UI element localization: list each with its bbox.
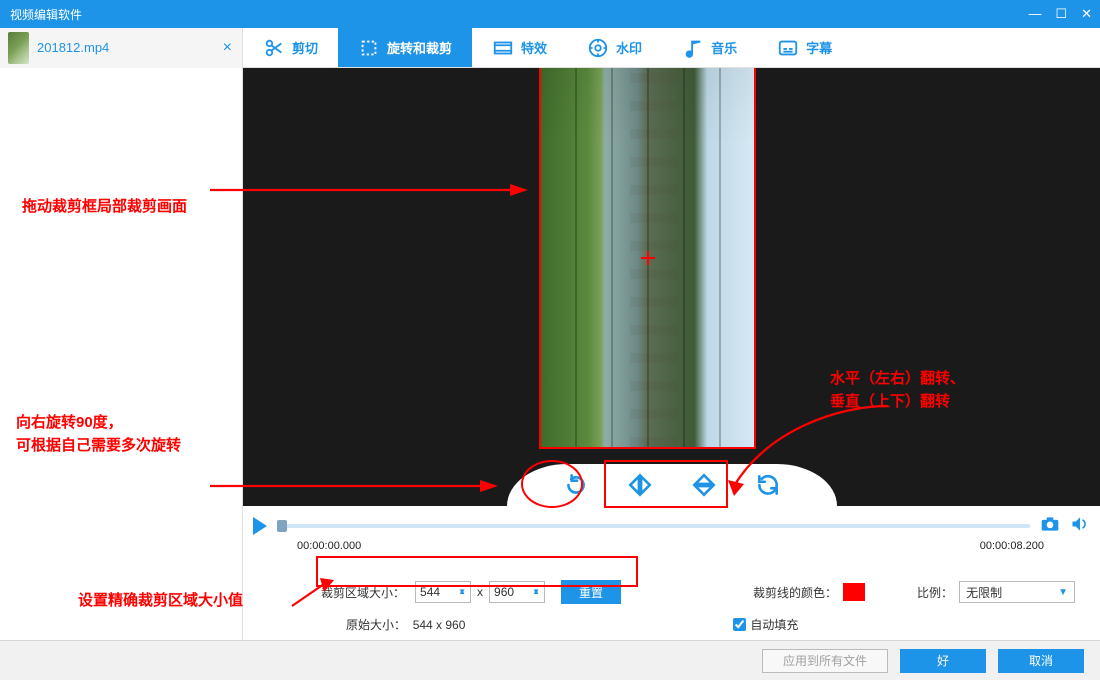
autofill-checkbox-label[interactable]: 自动填充 <box>733 616 798 633</box>
app-root: 视频编辑软件 — ☐ ✕ 201812.mp4 × 剪切 <box>0 0 1100 680</box>
tab-subtitle[interactable]: 字幕 <box>757 28 852 67</box>
crop-frame[interactable] <box>541 68 754 447</box>
play-button[interactable] <box>253 517 267 535</box>
scissors-icon <box>263 37 285 59</box>
window-controls: — ☐ ✕ <box>1028 6 1092 22</box>
anno-arrow-icon <box>210 180 530 200</box>
seek-track[interactable] <box>277 524 1030 528</box>
sidebar <box>0 68 243 640</box>
anno-arrow-icon <box>210 476 500 496</box>
tool-label: 旋转和裁剪 <box>387 38 452 57</box>
seek-knob[interactable] <box>277 520 287 532</box>
main: 00:00:00.000 00:00:08.200 裁剪区域大小： 544 ▲▼… <box>0 68 1100 640</box>
tab-rotate-crop[interactable]: 旋转和裁剪 <box>338 28 472 67</box>
line-color-label: 裁剪线的颜色： <box>753 584 837 601</box>
crop-center-marker <box>641 251 655 265</box>
tool-label: 字幕 <box>806 38 832 57</box>
file-tab[interactable]: 201812.mp4 × <box>0 28 243 68</box>
snapshot-button[interactable] <box>1040 515 1060 538</box>
ratio-select[interactable]: 无限制 ▼ <box>959 581 1075 603</box>
ratio-value: 无限制 <box>966 584 1002 601</box>
tab-effects[interactable]: 特效 <box>472 28 567 67</box>
crop-width-value: 544 <box>420 585 440 599</box>
tool-label: 音乐 <box>711 38 737 57</box>
anno-arrow-icon <box>728 400 898 496</box>
player-bar <box>243 510 1100 542</box>
tool-tabs: 剪切 旋转和裁剪 特效 水印 <box>243 28 852 67</box>
flip-vertical-button[interactable] <box>686 467 722 503</box>
reset-crop-button[interactable]: 重置 <box>561 580 621 604</box>
rotate-right-button[interactable] <box>558 467 594 503</box>
cancel-button[interactable]: 取消 <box>998 649 1084 673</box>
file-name: 201812.mp4 <box>37 40 109 55</box>
footer: 应用到所有文件 好 取消 <box>0 640 1100 680</box>
crop-height-value: 960 <box>494 585 514 599</box>
crop-size-row: 裁剪区域大小： 544 ▲▼ x 960 ▲▼ 重置 裁剪线的颜色： <box>321 580 1080 604</box>
crop-height-input[interactable]: 960 ▲▼ <box>489 581 545 603</box>
crop-width-input[interactable]: 544 ▲▼ <box>415 581 471 603</box>
x-separator: x <box>477 585 483 599</box>
apply-all-button[interactable]: 应用到所有文件 <box>762 649 888 673</box>
minimize-button[interactable]: — <box>1028 6 1041 22</box>
toolbar: 201812.mp4 × 剪切 旋转和裁剪 特效 <box>0 28 1100 68</box>
flip-horizontal-button[interactable] <box>622 467 658 503</box>
window-title: 视频编辑软件 <box>10 6 82 23</box>
crop-rotate-icon <box>358 37 380 59</box>
orig-size-label: 原始大小： <box>346 618 406 632</box>
file-tab-close-icon[interactable]: × <box>223 39 232 57</box>
tool-label: 剪切 <box>292 38 318 57</box>
anno-arrow-icon <box>290 578 336 610</box>
file-thumbnail <box>8 32 29 64</box>
stage-wrap: 00:00:00.000 00:00:08.200 裁剪区域大小： 544 ▲▼… <box>243 68 1100 640</box>
subtitle-icon <box>777 37 799 59</box>
autofill-checkbox[interactable] <box>733 618 746 631</box>
line-color-swatch[interactable] <box>843 583 865 601</box>
video-stage <box>243 68 1100 506</box>
maximize-button[interactable]: ☐ <box>1055 6 1067 22</box>
watermark-icon <box>587 37 609 59</box>
player-time-end: 00:00:08.200 <box>968 540 1044 552</box>
tool-label: 特效 <box>521 38 547 57</box>
titlebar: 视频编辑软件 — ☐ ✕ <box>0 0 1100 28</box>
chevron-down-icon: ▼ <box>1058 587 1068 598</box>
ratio-label: 比例： <box>917 584 953 601</box>
tab-cut[interactable]: 剪切 <box>243 28 338 67</box>
autofill-text: 自动填充 <box>750 616 798 633</box>
tab-music[interactable]: 音乐 <box>662 28 757 67</box>
orig-size-value: 544 x 960 <box>413 618 466 632</box>
effects-icon <box>492 37 514 59</box>
tab-watermark[interactable]: 水印 <box>567 28 662 67</box>
player-time-start: 00:00:00.000 <box>297 540 373 552</box>
crop-settings: 裁剪区域大小： 544 ▲▼ x 960 ▲▼ 重置 裁剪线的颜色： <box>243 552 1100 640</box>
music-icon <box>682 37 704 59</box>
orig-size-row: 原始大小： 544 x 960 自动填充 <box>321 616 1080 633</box>
ok-button[interactable]: 好 <box>900 649 986 673</box>
tool-label: 水印 <box>616 38 642 57</box>
volume-button[interactable] <box>1070 515 1090 538</box>
close-button[interactable]: ✕ <box>1081 6 1092 22</box>
